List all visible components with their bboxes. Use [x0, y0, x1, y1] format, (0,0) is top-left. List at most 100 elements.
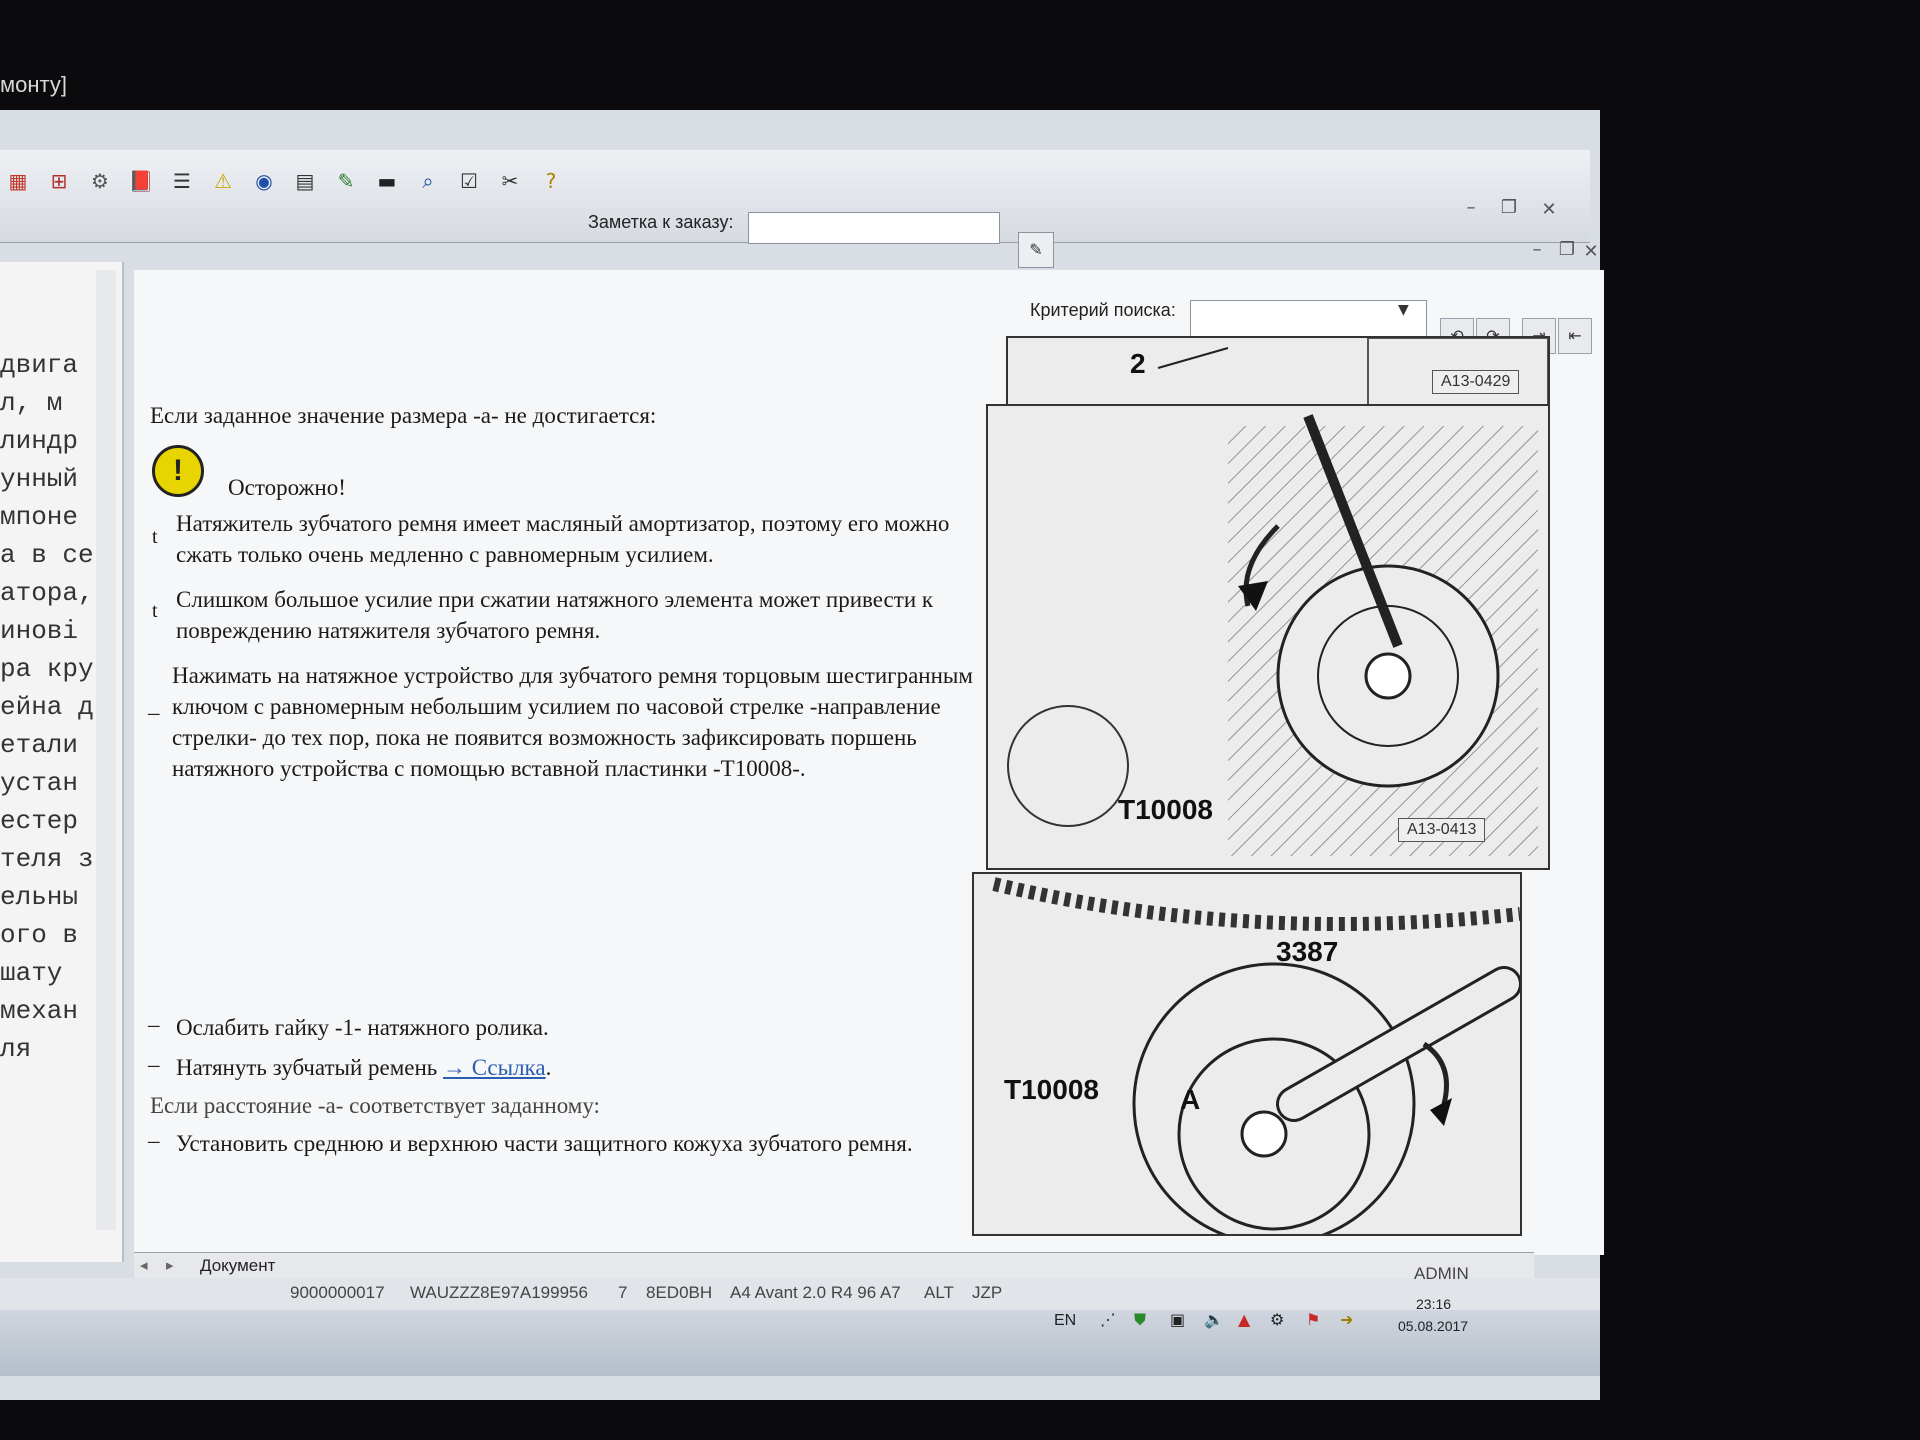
warning-title: Осторожно!	[228, 475, 346, 500]
status-order: 9000000017	[290, 1283, 385, 1302]
alert-icon[interactable]: ▲	[1238, 1310, 1250, 1329]
condition-2: Если расстояние -a- соответствует заданн…	[150, 1093, 600, 1118]
status-model: A4 Avant 2.0 R4 96 A7	[730, 1283, 901, 1302]
navigation-line[interactable]: ра кру	[0, 654, 94, 684]
figure-3-drawing	[992, 877, 1520, 1234]
status-engine: ALT	[924, 1283, 954, 1302]
reference-link[interactable]: → Ссылка	[443, 1055, 546, 1080]
navigation-line[interactable]: теля з	[0, 844, 94, 874]
order-note-label: Заметка к заказу:	[588, 212, 734, 232]
warning-icon[interactable]: ⚠	[207, 165, 239, 197]
status-code: 8ED0BH	[646, 1283, 713, 1302]
doc-close-button[interactable]: ✕	[1576, 240, 1606, 264]
navigation-line[interactable]: механ	[0, 996, 78, 1026]
navigation-line[interactable]: ельны	[0, 882, 78, 912]
step-tension-belt: Натянуть зубчатый ремень → Ссылка.	[176, 1052, 976, 1083]
warning-icon: !	[152, 445, 204, 497]
bullet-marker: t	[152, 600, 158, 622]
figure-2-drawing	[1007, 414, 1538, 856]
figure-1-label: 2	[1130, 348, 1146, 379]
device-icon[interactable]: ▣	[1170, 1310, 1185, 1329]
navigation-line[interactable]: линдр	[0, 426, 78, 456]
network-icon[interactable]: ⋰	[1100, 1310, 1116, 1329]
manual-icon[interactable]: 📕	[125, 165, 157, 197]
navigation-line[interactable]: двига	[0, 350, 78, 380]
save-icon[interactable]: ▤	[289, 165, 321, 197]
car-icon[interactable]: ▬	[371, 165, 403, 197]
navigation-line[interactable]: естер	[0, 806, 78, 836]
navigation-line[interactable]: устан	[0, 768, 78, 798]
note-edit-button[interactable]: ✎	[1018, 232, 1054, 268]
warning-bullet-2: Слишком большое усилие при сжатии натяжн…	[176, 587, 934, 643]
status-user: ADMIN	[1414, 1264, 1469, 1283]
clock-date[interactable]: 05.08.2017	[1398, 1318, 1468, 1334]
tab-scroll-left-icon[interactable]: ◂	[140, 1256, 148, 1274]
step-dash: –	[148, 1052, 160, 1077]
tool-icon[interactable]: ⚙	[1270, 1310, 1284, 1329]
figure-2-tool-label: T10008	[1118, 794, 1213, 825]
restore-button[interactable]: ❐	[1494, 196, 1524, 220]
help-icon[interactable]: ?	[535, 165, 567, 197]
window-title: монту]	[0, 72, 67, 97]
pen-icon[interactable]: ✎	[330, 165, 362, 197]
navigation-line[interactable]: ейна д	[0, 692, 94, 722]
tab-document[interactable]: Документ	[200, 1256, 275, 1276]
status-number: 7	[618, 1283, 628, 1302]
search-criteria-select[interactable]	[1190, 300, 1427, 338]
navigation-line[interactable]: а в се	[0, 540, 94, 570]
navigation-line[interactable]: л, м	[0, 388, 62, 418]
grid-icon[interactable]: ⊞	[43, 165, 75, 197]
bullet-marker: t	[152, 526, 158, 548]
navigation-line[interactable]: шату	[0, 958, 62, 988]
step-dash: –	[148, 700, 160, 725]
status-transmission: JZP	[972, 1283, 1003, 1302]
navigation-line[interactable]: ого в	[0, 920, 78, 950]
figure-tensioning: 3387 T10008 A	[972, 872, 1522, 1236]
navigation-line[interactable]: мпоне	[0, 502, 78, 532]
book-icon[interactable]: ▦	[2, 165, 34, 197]
figure-1-code: A13-0429	[1432, 370, 1520, 394]
search-criteria-label: Критерий поиска:	[1030, 300, 1176, 320]
step-dash: –	[148, 1012, 160, 1037]
close-button[interactable]: ✕	[1534, 198, 1564, 222]
step-tension-text: Натянуть зубчатый ремень	[176, 1055, 438, 1080]
car-search-icon[interactable]: ⌕	[412, 165, 444, 197]
flag-icon[interactable]: ⚑	[1306, 1310, 1320, 1329]
navigation-line[interactable]: ля	[0, 1034, 31, 1064]
navigation-line[interactable]: атора,	[0, 578, 94, 608]
clock-time[interactable]: 23:16	[1416, 1296, 1451, 1312]
navigation-line[interactable]: инові	[0, 616, 78, 646]
language-indicator[interactable]: EN	[1054, 1312, 1076, 1330]
list-icon[interactable]: ☰	[166, 165, 198, 197]
figure-3-mark: A	[1180, 1084, 1201, 1115]
checklist-icon[interactable]: ☑	[453, 165, 485, 197]
volume-icon[interactable]: 🔈	[1204, 1310, 1224, 1329]
figure-2-code: A13-0413	[1398, 818, 1486, 842]
warning-bullet-1: Натяжитель зубчатого ремня имеет масляны…	[176, 511, 950, 567]
order-note-input[interactable]	[748, 212, 1000, 244]
navigation-scrollbar[interactable]	[96, 270, 116, 1230]
navigation-line[interactable]: унный	[0, 464, 78, 494]
tab-scroll-right-icon[interactable]: ▸	[166, 1256, 174, 1274]
figure-a13-0413: T10008 A13-0413	[986, 404, 1550, 870]
figure-3-tool-label-2: T10008	[1004, 1074, 1099, 1105]
doc-minimize-button[interactable]: –	[1522, 238, 1552, 262]
step-tension-suffix: .	[545, 1055, 552, 1080]
step-dash: –	[148, 1128, 160, 1153]
chevron-down-icon[interactable]: ▼	[1398, 302, 1409, 318]
figure-3-tool-label-1: 3387	[1276, 936, 1339, 967]
condition-heading: Если заданное значение размера -a- не до…	[150, 403, 657, 428]
tools-icon[interactable]: ⚙	[84, 165, 116, 197]
collapse-button[interactable]: ⇤	[1558, 318, 1592, 354]
status-vin: WAUZZZ8E97A199956	[410, 1283, 588, 1302]
step-press-tensioner: Нажимать на натяжное устройство для зубч…	[172, 663, 973, 781]
globe-icon[interactable]: ◉	[248, 165, 280, 197]
taskbar	[0, 1310, 1600, 1376]
tab-bar	[134, 1252, 1534, 1279]
step-install-cover: Установить среднюю и верхнюю части защит…	[176, 1131, 913, 1156]
tools-edit-icon[interactable]: ✂	[494, 165, 526, 197]
navigation-line[interactable]: етали	[0, 730, 78, 760]
arrow-icon[interactable]: ➜	[1340, 1310, 1353, 1329]
shield-icon[interactable]: ⛊	[1134, 1310, 1146, 1330]
minimize-button[interactable]: –	[1456, 196, 1486, 220]
